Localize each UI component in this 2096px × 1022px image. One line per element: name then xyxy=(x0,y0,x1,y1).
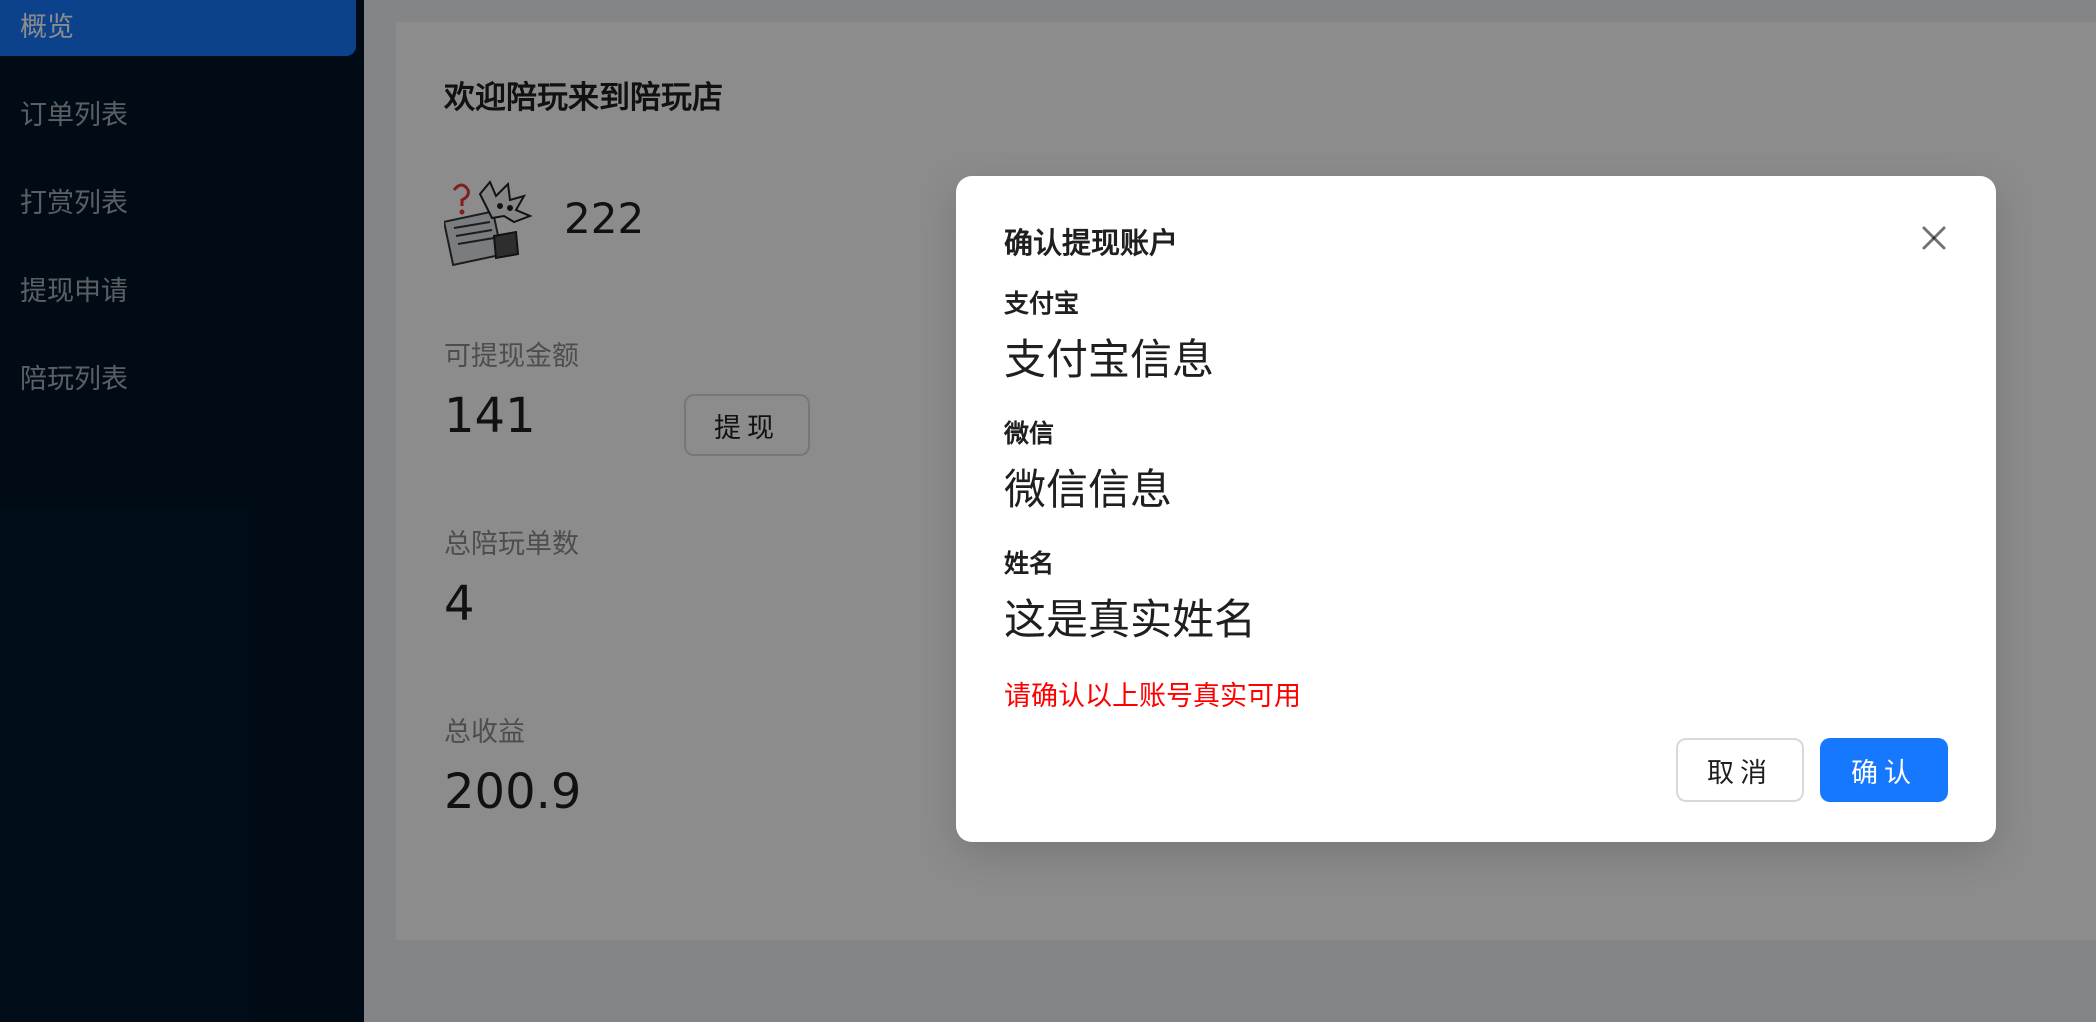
alipay-label: 支付宝 xyxy=(1004,289,1080,318)
close-icon[interactable] xyxy=(1912,216,1956,260)
confirm-button[interactable]: 确认 xyxy=(1820,738,1948,802)
cancel-button[interactable]: 取消 xyxy=(1676,738,1804,802)
name-value: 这是真实姓名 xyxy=(1004,595,1257,644)
app-root: 概览 订单列表 打赏列表 提现申请 陪玩列表 欢迎陪玩来到陪玩店 222 可提现… xyxy=(0,0,2096,1022)
modal-title: 确认提现账户 xyxy=(1004,226,1179,260)
name-label: 姓名 xyxy=(1004,549,1055,578)
warning-text: 请确认以上账号真实可用 xyxy=(1004,681,1301,712)
confirm-withdraw-modal: 确认提现账户 支付宝 支付宝信息 微信 微信信息 姓名 这是真实姓名 请确认以上… xyxy=(956,176,1996,842)
alipay-value: 支付宝信息 xyxy=(1004,335,1215,384)
wechat-label: 微信 xyxy=(1004,419,1055,448)
wechat-value: 微信信息 xyxy=(1004,465,1173,514)
